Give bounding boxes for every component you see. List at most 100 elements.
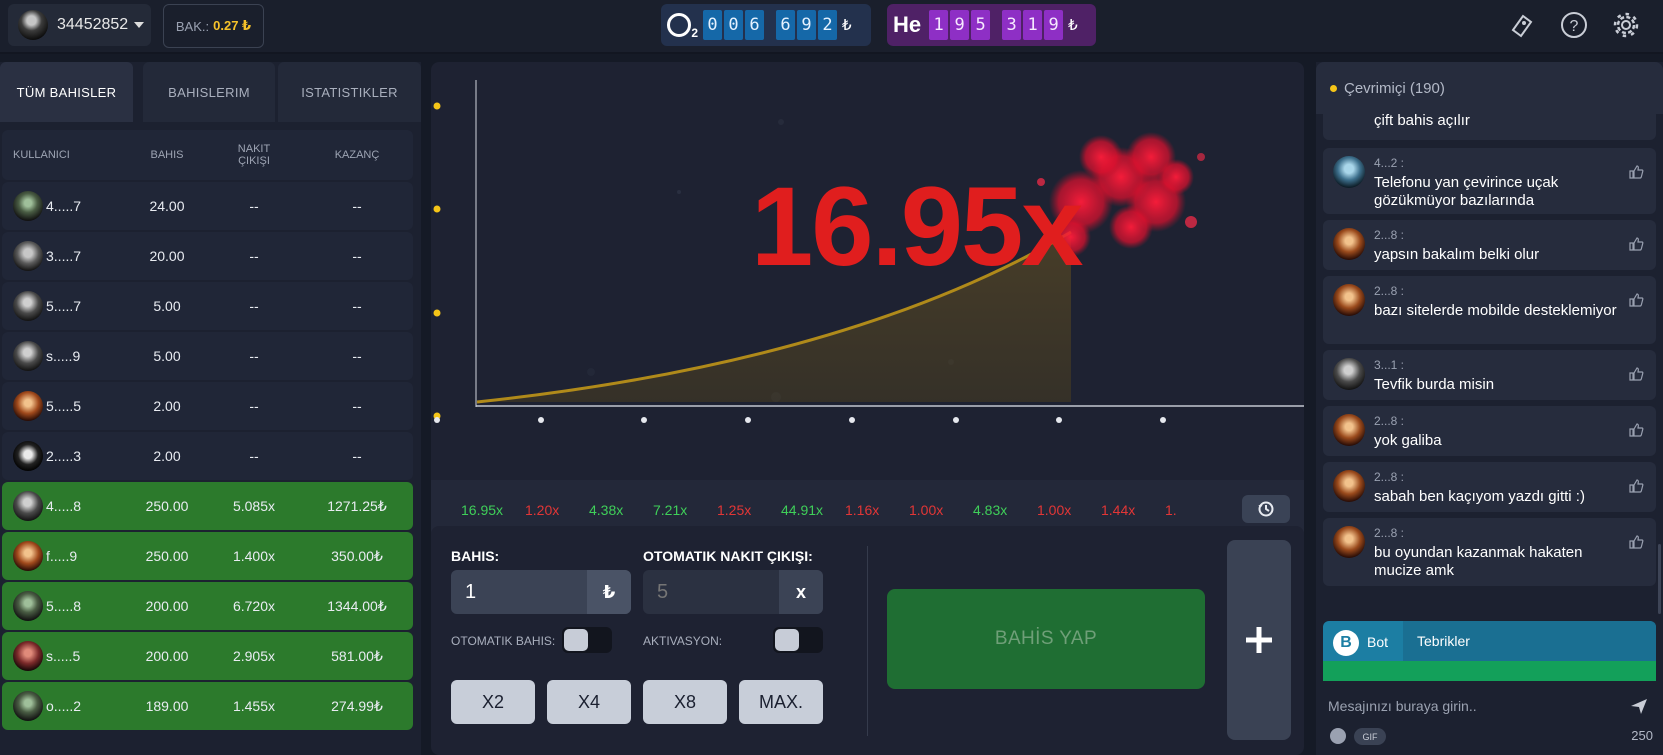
o2-digit: 0 — [724, 10, 743, 40]
o2-digit: 0 — [703, 10, 722, 40]
avatar — [13, 541, 43, 571]
table-row: 5.....5 2.00 -- -- — [2, 382, 413, 430]
he-digit: 9 — [950, 10, 970, 40]
bot-badge: B — [1333, 630, 1359, 656]
char-count: 250 — [1631, 728, 1653, 743]
he-digit: 5 — [971, 10, 991, 40]
balance-value: 0.27 ₺ — [213, 18, 252, 33]
auto-cashout-field[interactable]: x — [643, 570, 823, 614]
cell-win: 581.00₺ — [331, 647, 383, 664]
table-row: f.....9 250.00 1.400x 350.00₺ — [2, 532, 413, 580]
ticket-icon[interactable] — [1507, 10, 1537, 40]
x-axis-marker — [538, 417, 544, 423]
he-digit: 1 — [929, 10, 949, 40]
send-icon[interactable] — [1629, 696, 1649, 716]
chat-message-text: Tevfik burda misin — [1374, 376, 1495, 393]
cell-cashout: 1.455x — [232, 698, 276, 714]
max-button[interactable]: MAX. — [739, 680, 823, 724]
cell-user: 5.....7 — [46, 298, 82, 314]
thumbs-up-icon[interactable] — [1628, 534, 1644, 550]
col-win: KAZANÇ — [334, 149, 380, 161]
cell-bet: 200.00 — [145, 648, 189, 664]
x2-button[interactable]: X2 — [451, 680, 535, 724]
table-row: 4.....8 250.00 5.085x 1271.25₺ — [2, 482, 413, 530]
balance-box: BAK.: 0.27 ₺ — [163, 4, 264, 48]
chat-header: Çevrimiçi (190) — [1316, 62, 1663, 114]
chat-message-text: yok galiba — [1374, 432, 1442, 449]
help-icon[interactable]: ? — [1559, 10, 1589, 40]
x-axis-marker — [1160, 417, 1166, 423]
chat-messages[interactable]: çift bahis açılır 4...2 : Telefonu yan çe… — [1323, 114, 1656, 651]
cell-cashout: 1.400x — [232, 548, 276, 564]
current-multiplier: 16.95x — [751, 164, 1084, 289]
x4-button[interactable]: X4 — [547, 680, 631, 724]
place-bet-button[interactable]: BAHİS YAP — [887, 589, 1205, 689]
history-button[interactable] — [1242, 495, 1290, 523]
auto-cashout-label: OTOMATIK NAKIT ÇIKIŞI: — [643, 548, 813, 564]
avatar — [13, 691, 43, 721]
chat-input[interactable] — [1328, 698, 1598, 714]
chat-scrollbar[interactable] — [1658, 544, 1661, 614]
cell-bet: 200.00 — [145, 598, 189, 614]
add-bet-button[interactable] — [1227, 540, 1291, 740]
gif-button[interactable]: GIF — [1354, 728, 1386, 745]
avatar — [13, 591, 43, 621]
he-label: He — [893, 12, 922, 37]
col-user: KULLANICI — [13, 149, 70, 161]
cell-cashout: -- — [249, 448, 259, 464]
chat-user: 2...8 : — [1374, 526, 1405, 540]
thumbs-up-icon[interactable] — [1628, 366, 1644, 382]
cell-bet: 2.00 — [153, 448, 181, 464]
tab-my-bets[interactable]: BAHISLERIM — [143, 62, 275, 122]
cell-user: s.....5 — [46, 648, 81, 664]
user-id: 34452852 — [57, 16, 129, 33]
o2-currency: ₺ — [842, 17, 852, 34]
chat-message-text: sabah ben kaçıyom yazdı gitti :) — [1374, 488, 1585, 505]
avatar — [1333, 470, 1365, 502]
cell-bet: 20.00 — [149, 248, 185, 264]
thumbs-up-icon[interactable] — [1628, 478, 1644, 494]
he-digit: 3 — [1002, 10, 1022, 40]
bot-message: B Bot Tebrikler — [1323, 621, 1656, 681]
he-digit: 1 — [1023, 10, 1043, 40]
user-menu[interactable]: 34452852 — [8, 4, 151, 46]
thumbs-up-icon[interactable] — [1628, 164, 1644, 180]
o2-digit: 2 — [818, 10, 837, 40]
online-dot-icon — [1330, 84, 1337, 92]
chat-message-text: yapsın bakalım belki olur — [1374, 246, 1540, 263]
auto-bet-toggle[interactable] — [562, 627, 612, 653]
o2-digit: 6 — [776, 10, 795, 40]
table-row: 3.....7 20.00 -- -- — [2, 232, 413, 280]
history-icon — [1258, 501, 1274, 517]
activation-toggle[interactable] — [773, 627, 823, 653]
cell-cashout: -- — [249, 248, 259, 264]
x8-button[interactable]: X8 — [643, 680, 727, 724]
cell-user: 5.....8 — [46, 598, 82, 614]
cell-cashout: 5.085x — [232, 498, 276, 514]
bet-amount-field[interactable]: ₺ — [451, 570, 631, 614]
thumbs-up-icon[interactable] — [1628, 422, 1644, 438]
cell-win: 1344.00₺ — [327, 597, 387, 614]
tab-statistics[interactable]: ISTATISTIKLER — [278, 62, 421, 122]
gear-icon[interactable] — [1611, 10, 1641, 40]
y-axis-marker — [433, 205, 441, 213]
thumbs-up-icon[interactable] — [1628, 236, 1644, 252]
bet-amount-input[interactable] — [451, 580, 591, 604]
avatar — [1333, 228, 1365, 260]
chat-message: 2...8 : bazı sitelerde mobilde desteklemi… — [1323, 276, 1656, 344]
bet-amount-label: BAHIS: — [451, 548, 500, 564]
avatar — [13, 341, 43, 371]
chat-message: 2...8 : bu oyundan kazanmak hakaten muciz… — [1323, 518, 1656, 586]
chat-message: 3...1 : Tevfik burda misin — [1323, 350, 1656, 400]
chat-message: 2...8 : yok galiba — [1323, 406, 1656, 456]
cell-user: 3.....7 — [46, 248, 82, 264]
cell-cashout: -- — [249, 298, 259, 314]
chat-message-text: bu oyundan kazanmak hakaten mucize amk — [1374, 544, 1583, 579]
auto-cashout-input[interactable] — [643, 580, 783, 604]
bets-table-header: KULLANICI BAHIS NAKIT ÇIKIŞI KAZANÇ — [2, 130, 413, 180]
tab-all-bets[interactable]: TÜM BAHISLER — [0, 62, 133, 122]
emoji-icon[interactable] — [1330, 728, 1346, 744]
chat-user: 2...8 : — [1374, 228, 1405, 242]
x-axis-marker — [745, 417, 751, 423]
thumbs-up-icon[interactable] — [1628, 292, 1644, 308]
